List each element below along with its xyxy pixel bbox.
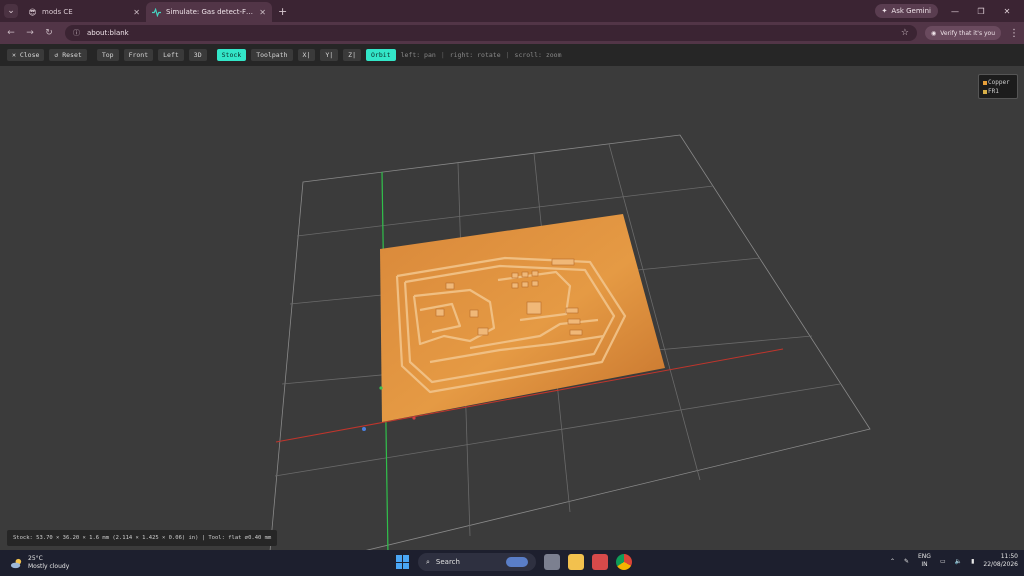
- tab-simulate[interactable]: Simulate: Gas detect-F_Cu.png ✕: [146, 2, 272, 22]
- app-icon[interactable]: [592, 554, 608, 570]
- swatch-icon: [983, 80, 987, 85]
- tab-title: mods CE: [42, 8, 73, 16]
- network-icon[interactable]: ▭: [940, 558, 946, 565]
- origin-marker-icon: [379, 386, 383, 390]
- weather-widget[interactable]: 25°C Mostly cloudy: [10, 555, 69, 571]
- file-explorer-icon[interactable]: [568, 554, 584, 570]
- cloud-weather-icon: [10, 558, 22, 568]
- sparkle-icon: ✦: [881, 7, 888, 15]
- scene-canvas[interactable]: [0, 66, 1024, 550]
- url-text: about:blank: [87, 29, 129, 37]
- menu-kebab-icon[interactable]: ⋮: [1009, 28, 1019, 39]
- hint-pan: left: pan: [400, 51, 436, 59]
- close-icon[interactable]: ✕: [133, 8, 140, 17]
- weather-desc: Mostly cloudy: [28, 563, 70, 570]
- address-bar-row: ← → ↻ ⓘ about:blank ☆ ◉ Verify that it's…: [0, 22, 1024, 44]
- view-front-button[interactable]: Front: [123, 49, 154, 61]
- search-highlight-icon: [506, 557, 528, 567]
- pcb-stock-board: [380, 214, 665, 422]
- legend-item-fr1: FR1: [983, 87, 1013, 96]
- clock[interactable]: 11:50 22/08/2026: [983, 553, 1018, 569]
- origin-marker-icon: [412, 416, 416, 420]
- profile-avatar-icon: ◉: [931, 29, 937, 37]
- close-button[interactable]: ✕ Close: [7, 49, 45, 61]
- info-icon[interactable]: ⓘ: [73, 28, 80, 38]
- bookmark-star-icon[interactable]: ☆: [901, 28, 909, 38]
- forward-arrow-icon[interactable]: →: [22, 28, 38, 38]
- close-icon[interactable]: ✕: [259, 8, 266, 17]
- 3d-viewport[interactable]: Copper FR1 Stock: 53.70 × 36.20 × 1.6 mm…: [0, 66, 1024, 550]
- origin-marker-icon: [362, 427, 366, 431]
- ask-gemini-label: Ask Gemini: [891, 7, 931, 15]
- verify-label: Verify that it's you: [940, 29, 995, 37]
- sunglasses-emoji-icon: 😎: [28, 7, 37, 17]
- stock-mode-button[interactable]: Stock: [216, 49, 247, 61]
- url-input[interactable]: ⓘ about:blank ☆: [65, 25, 917, 41]
- toolpath-mode-button[interactable]: Toolpath: [251, 49, 293, 61]
- legend-item-copper: Copper: [983, 78, 1013, 87]
- hint-rotate: right: rotate: [449, 51, 501, 59]
- view-3d-button[interactable]: 3D: [188, 49, 207, 61]
- z-axis-button[interactable]: Z|: [343, 49, 361, 61]
- chevron-up-icon[interactable]: ⌃: [890, 558, 895, 565]
- view-top-button[interactable]: Top: [96, 49, 119, 61]
- task-view-icon[interactable]: [544, 554, 560, 570]
- volume-icon[interactable]: 🔈: [955, 558, 962, 565]
- hint-zoom: scroll: zoom: [514, 51, 562, 59]
- pulse-icon: [152, 7, 161, 17]
- pen-icon[interactable]: ✎: [904, 558, 909, 565]
- taskbar-search-input[interactable]: ⌕ Search: [418, 553, 536, 571]
- weather-temp: 25°C: [28, 555, 43, 562]
- y-axis-button[interactable]: Y|: [320, 49, 339, 61]
- ask-gemini-button[interactable]: ✦ Ask Gemini: [874, 4, 938, 18]
- back-arrow-icon[interactable]: ←: [3, 28, 19, 38]
- orbit-button[interactable]: Orbit: [366, 49, 396, 61]
- x-axis-button[interactable]: X|: [297, 49, 316, 61]
- tab-mods-ce[interactable]: 😎 mods CE ✕: [22, 2, 146, 22]
- chrome-icon[interactable]: [616, 554, 632, 570]
- search-placeholder: Search: [435, 558, 460, 566]
- reload-icon[interactable]: ↻: [41, 28, 57, 38]
- reset-button[interactable]: ↺ Reset: [49, 49, 87, 61]
- verify-identity-button[interactable]: ◉ Verify that it's you: [925, 26, 1001, 40]
- search-icon: ⌕: [426, 557, 430, 566]
- stock-status-bar: Stock: 53.70 × 36.20 × 1.6 mm (2.114 × 1…: [7, 530, 278, 546]
- material-legend: Copper FR1: [978, 74, 1018, 99]
- battery-icon[interactable]: ▮: [971, 558, 974, 565]
- new-tab-button[interactable]: +: [278, 5, 287, 18]
- tab-title: Simulate: Gas detect-F_Cu.png: [166, 8, 255, 16]
- os-taskbar: 25°C Mostly cloudy ⌕ Search ⌃ ✎ ENG IN ▭…: [0, 550, 1024, 576]
- browser-tab-strip: ⌄ 😎 mods CE ✕ Simulate: Gas detect-F_Cu.…: [0, 0, 1024, 22]
- simulator-toolbar: ✕ Close ↺ Reset Top Front Left 3D Stock …: [0, 44, 1024, 66]
- window-close-icon[interactable]: ✕: [998, 7, 1016, 16]
- view-left-button[interactable]: Left: [158, 49, 184, 61]
- language-indicator[interactable]: ENG IN: [918, 553, 931, 569]
- swatch-icon: [983, 89, 987, 94]
- restore-icon[interactable]: ❐: [972, 7, 990, 16]
- tab-search-button[interactable]: ⌄: [4, 4, 18, 18]
- windows-start-icon[interactable]: [396, 555, 410, 569]
- minimize-icon[interactable]: —: [946, 7, 964, 16]
